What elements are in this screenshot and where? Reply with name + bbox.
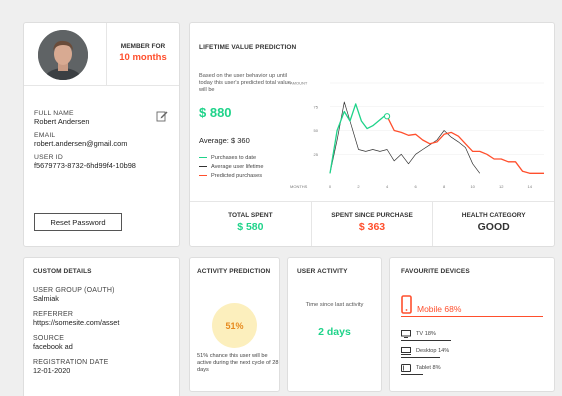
stat-label: TOTAL SPENT xyxy=(228,212,273,219)
x-tick-label: 6 xyxy=(414,184,417,189)
device-label: Desktop 14% xyxy=(416,347,450,354)
field-value: https://somesite.com/asset xyxy=(33,318,120,327)
stat-label: HEALTH CATEGORY xyxy=(461,212,526,219)
field-value: robert.andersen@gmail.com xyxy=(34,139,128,148)
legend-label: Average user lifetime xyxy=(211,163,264,170)
mobile-icon xyxy=(401,295,412,314)
favourite-devices-card: FAVOURITE DEVICES Mobile 68% TV 18% Desk… xyxy=(389,257,555,392)
y-axis-label: AMOUNT xyxy=(290,81,308,86)
legend-label: Purchases to date xyxy=(211,154,257,161)
custom-details-card: CUSTOM DETAILS USER GROUP (OAUTH) Salmia… xyxy=(23,257,180,396)
device-label: Mobile 68% xyxy=(417,304,462,314)
activity-value: 2 days xyxy=(318,326,351,338)
profile-fields: FULL NAME Robert Andersen EMAIL robert.a… xyxy=(34,110,169,176)
field-label: SOURCE xyxy=(33,335,65,342)
series-line-purchases-to-date xyxy=(329,103,388,174)
y-tick-label: 25 xyxy=(314,152,319,157)
device-row-tv: TV 18% xyxy=(401,328,436,339)
card-title: LIFETIME VALUE PREDICTION xyxy=(199,44,297,51)
x-tick-label: 8 xyxy=(443,184,446,189)
profile-card: MEMBER FOR 10 months FULL NAME Robert An… xyxy=(23,22,180,247)
field-full-name: FULL NAME Robert Andersen xyxy=(34,110,169,126)
stat-value: $ 580 xyxy=(237,221,264,233)
x-tick-label: 4 xyxy=(386,184,389,189)
legend-item: Average user lifetime xyxy=(199,162,263,171)
device-bar-tablet xyxy=(401,374,423,375)
field-label: REFERRER xyxy=(33,311,74,318)
member-value: 10 months xyxy=(119,52,167,63)
device-main: Mobile 68% xyxy=(401,293,543,317)
predicted-amount: $ 880 xyxy=(199,105,232,120)
lifetime-value-card: LIFETIME VALUE PREDICTION Based on the u… xyxy=(189,22,555,247)
member-label: MEMBER FOR xyxy=(120,43,166,50)
x-axis-label: MONTHS xyxy=(290,184,308,189)
desktop-icon xyxy=(401,346,411,355)
field-value: Salmiak xyxy=(33,294,59,303)
x-tick-label: 12 xyxy=(499,184,504,189)
edit-icon[interactable] xyxy=(156,110,168,122)
chart-legend: Purchases to date Average user lifetime … xyxy=(199,153,263,180)
x-tick-label: 2 xyxy=(357,184,360,189)
tv-icon xyxy=(401,329,411,338)
lifetime-chart: 25 50 75 AMOUNT 0 2 4 6 8 10 12 14 MONTHS xyxy=(290,81,544,189)
stat-spent-since-purchase: SPENT SINCE PURCHASE $ 363 xyxy=(312,202,434,246)
x-tick-label: 14 xyxy=(528,184,533,189)
stat-value: $ 363 xyxy=(358,221,386,233)
stats-row: TOTAL SPENT $ 580 SPENT SINCE PURCHASE $… xyxy=(190,201,554,246)
field-label: REGISTRATION DATE xyxy=(33,359,109,366)
field-label: USER ID xyxy=(34,154,63,161)
average-value: Average: $ 360 xyxy=(199,136,250,145)
card-title: CUSTOM DETAILS xyxy=(33,268,92,275)
field-value: 12-01-2020 xyxy=(33,366,71,375)
y-tick-label: 75 xyxy=(314,104,319,109)
device-label: TV 18% xyxy=(416,330,436,337)
card-title: FAVOURITE DEVICES xyxy=(401,268,470,275)
stat-health-category: HEALTH CATEGORY GOOD xyxy=(433,202,554,246)
activity-prediction-card: ACTIVITY PREDICTION 51% 51% chance this … xyxy=(189,257,280,392)
custom-fields: USER GROUP (OAUTH) Salmiak REFERRER http… xyxy=(33,287,119,383)
device-row-tablet: Tablet 8% xyxy=(401,362,441,373)
stat-value: GOOD xyxy=(477,221,510,233)
series-marker xyxy=(383,113,391,120)
legend-item: Purchases to date xyxy=(199,153,263,162)
field-label: USER GROUP (OAUTH) xyxy=(33,287,115,294)
device-row-desktop: Desktop 14% xyxy=(401,345,449,356)
user-activity-card: USER ACTIVITY Time since last activity 2… xyxy=(287,257,382,392)
device-bar-desktop xyxy=(401,357,440,358)
stat-label: SPENT SINCE PURCHASE xyxy=(331,212,413,219)
reset-password-button[interactable]: Reset Password xyxy=(34,213,122,231)
field-user-id: USER ID f5679773-8732-6hd99f4-10b98 xyxy=(34,154,169,170)
device-bar-tv xyxy=(401,340,451,341)
avatar xyxy=(38,30,88,80)
card-title: ACTIVITY PREDICTION xyxy=(197,268,271,275)
x-tick-label: 10 xyxy=(470,184,475,189)
tablet-icon xyxy=(401,363,411,372)
legend-label: Predicted purchases xyxy=(211,172,262,179)
activity-percent-badge: 51% xyxy=(212,303,257,348)
stat-total-spent: TOTAL SPENT $ 580 xyxy=(190,202,312,246)
field-label: FULL NAME xyxy=(34,110,74,117)
x-tick-label: 0 xyxy=(329,184,332,189)
legend-item: Predicted purchases xyxy=(199,171,263,180)
y-tick-label: 50 xyxy=(314,128,319,133)
member-duration: MEMBER FOR 10 months xyxy=(107,23,179,86)
prediction-description: Based on the user behavior up until toda… xyxy=(199,73,291,93)
field-email: EMAIL robert.andersen@gmail.com xyxy=(34,132,169,148)
field-label: EMAIL xyxy=(34,132,56,139)
series-line-predicted-purchases xyxy=(386,116,544,174)
activity-label: Time since last activity xyxy=(305,302,364,308)
card-title: USER ACTIVITY xyxy=(297,268,348,275)
device-label: Tablet 8% xyxy=(416,364,441,371)
field-value: f5679773-8732-6hd99f4-10b98 xyxy=(34,161,136,170)
field-value: facebook ad xyxy=(33,342,73,351)
activity-description: 51% chance this user will be active duri… xyxy=(197,353,279,373)
field-value: Robert Andersen xyxy=(34,117,90,126)
avatar-cell xyxy=(24,23,107,86)
